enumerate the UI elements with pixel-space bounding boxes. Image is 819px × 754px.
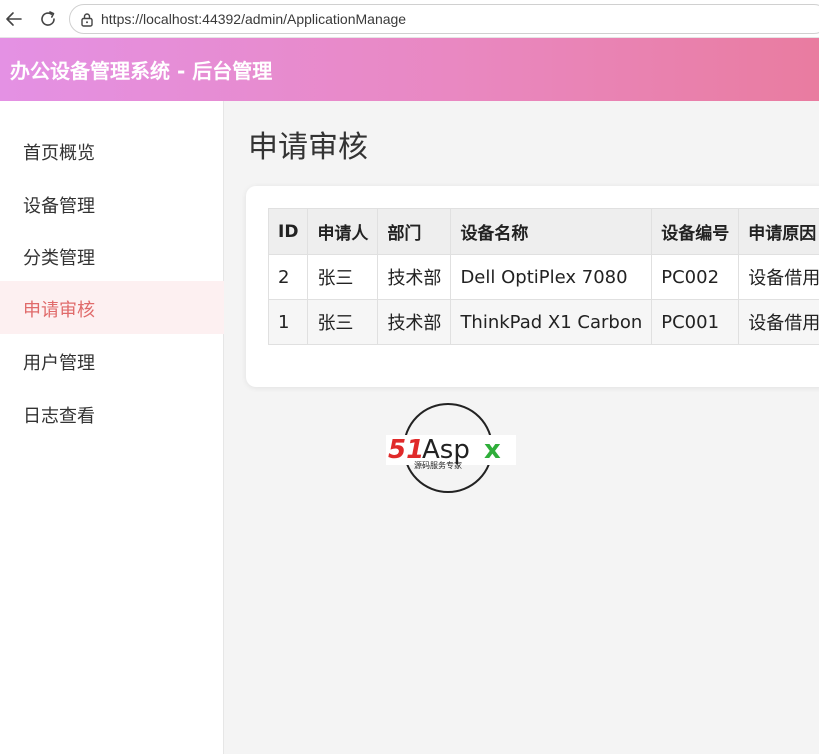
svg-text:源码服务专家: 源码服务专家 [414, 460, 462, 470]
cell-device-name: Dell OptiPlex 7080 [450, 254, 653, 300]
arrow-left-icon [6, 12, 22, 26]
cell-device-code: PC001 [651, 299, 740, 345]
column-header-applicant: 申请人 [307, 208, 379, 255]
sidebar-item-label: 分类管理 [23, 248, 95, 269]
column-header-id: ID [267, 208, 309, 255]
sidebar-item-label: 申请审核 [23, 300, 95, 321]
cell-applicant: 张三 [307, 254, 379, 300]
cell-device-code: PC002 [651, 254, 740, 300]
browser-toolbar: https://localhost:44392/admin/Applicatio… [0, 0, 819, 38]
sidebar-item-label: 用户管理 [23, 353, 95, 374]
sidebar-item-label: 首页概览 [23, 143, 95, 164]
column-header-department: 部门 [377, 208, 452, 255]
cell-reason: 设备借用 [738, 254, 819, 300]
column-header-device-code: 设备编号 [651, 208, 740, 255]
applications-table: ID 申请人 部门 设备名称 设备编号 申请原因 2 张三 技术部 Dell O… [267, 208, 819, 345]
sidebar-item-categories[interactable]: 分类管理 [0, 229, 224, 282]
sidebar: 首页概览 设备管理 分类管理 申请审核 用户管理 日志查看 [0, 101, 224, 754]
page-title: 申请审核 [248, 130, 368, 165]
cell-id: 1 [267, 299, 309, 345]
cell-device-name: ThinkPad X1 Carbon [450, 299, 653, 345]
table-row: 1 张三 技术部 ThinkPad X1 Carbon PC001 设备借用 [267, 299, 819, 345]
cell-applicant: 张三 [307, 299, 379, 345]
sidebar-item-dashboard[interactable]: 首页概览 [0, 124, 224, 177]
cell-id: 2 [267, 254, 309, 300]
lock-icon [81, 13, 93, 27]
column-header-device-name: 设备名称 [450, 208, 653, 255]
cell-reason: 设备借用 [738, 299, 819, 345]
sidebar-item-label: 设备管理 [23, 196, 95, 217]
table-row: 2 张三 技术部 Dell OptiPlex 7080 PC002 设备借用 [267, 254, 819, 300]
app-header: 办公设备管理系统 - 后台管理 [0, 38, 819, 101]
reload-button[interactable] [37, 8, 59, 30]
url-text: https://localhost:44392/admin/Applicatio… [101, 11, 407, 27]
sidebar-item-approvals[interactable]: 申请审核 [0, 281, 224, 334]
logo-51aspx-icon: 51 Asp x 源码服务专家 [386, 403, 516, 493]
table-header-row: ID 申请人 部门 设备名称 设备编号 申请原因 [267, 208, 819, 255]
cell-department: 技术部 [377, 254, 452, 300]
sidebar-item-users[interactable]: 用户管理 [0, 334, 224, 387]
column-header-reason: 申请原因 [738, 208, 819, 255]
reload-icon [41, 11, 55, 26]
svg-text:x: x [484, 435, 501, 465]
app-title: 办公设备管理系统 - 后台管理 [10, 59, 273, 83]
sidebar-item-devices[interactable]: 设备管理 [0, 177, 224, 230]
cell-department: 技术部 [377, 299, 452, 345]
address-bar[interactable]: https://localhost:44392/admin/Applicatio… [69, 4, 819, 34]
back-button[interactable] [3, 8, 25, 30]
sidebar-item-logs[interactable]: 日志查看 [0, 387, 224, 440]
sidebar-item-label: 日志查看 [23, 406, 95, 427]
